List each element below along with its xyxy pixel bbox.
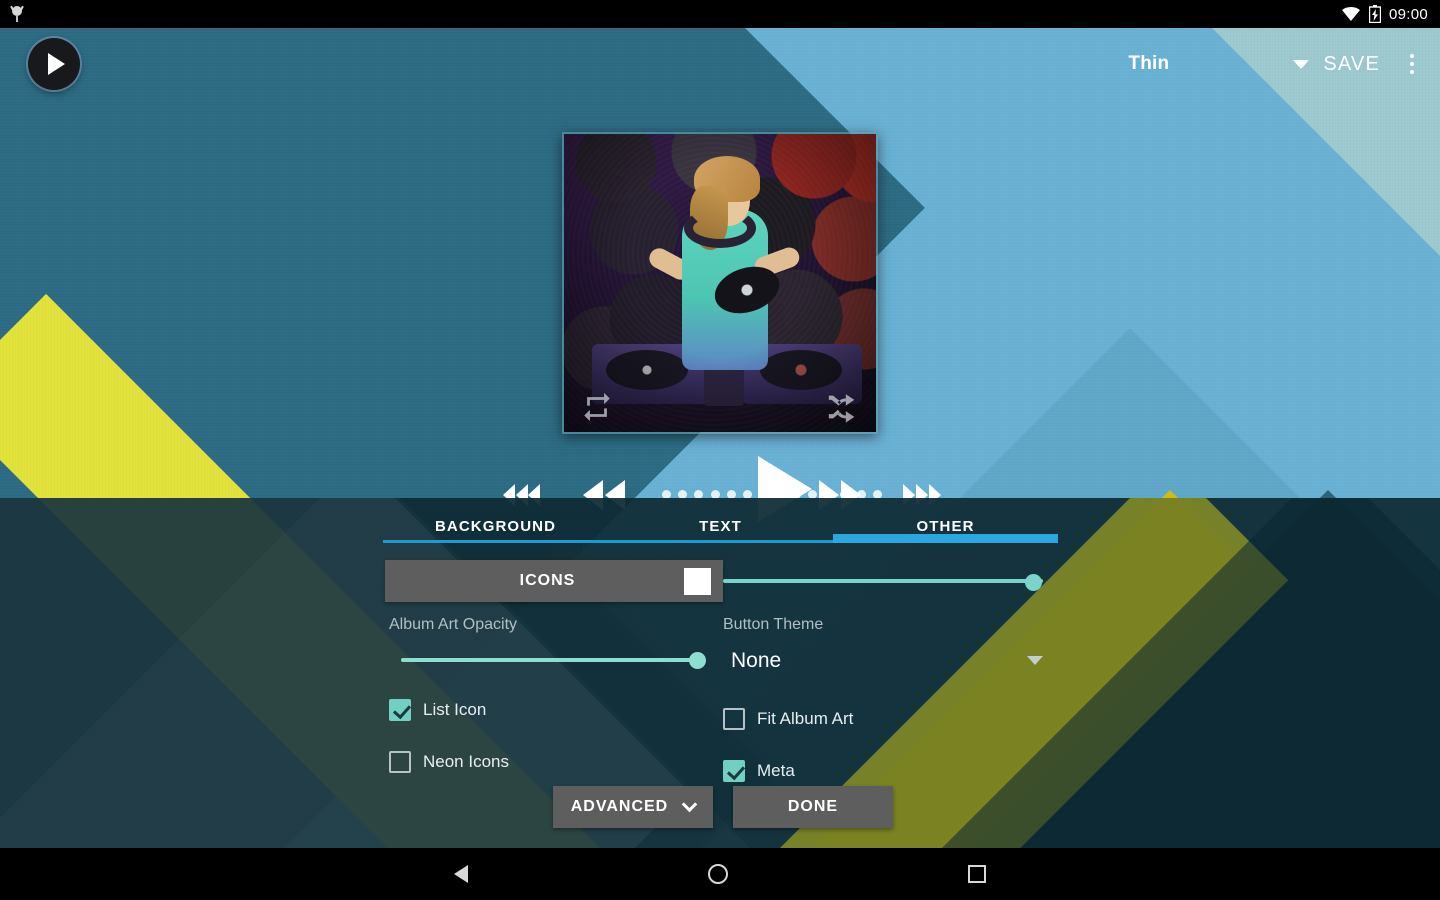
album-art-image <box>564 134 876 432</box>
status-bar: 09:00 <box>0 0 1440 28</box>
button-theme-label: Button Theme <box>723 616 824 633</box>
album-art-opacity-label: Album Art Opacity <box>389 616 518 633</box>
play-icon <box>48 53 65 75</box>
play-fab-button[interactable] <box>28 38 80 90</box>
save-button[interactable]: SAVE <box>1323 53 1380 76</box>
button-theme-value: None <box>731 649 782 672</box>
icons-opacity-slider[interactable] <box>723 574 1043 591</box>
icons-color-swatch[interactable] <box>684 567 711 595</box>
checkbox-label: Neon Icons <box>423 752 509 771</box>
wifi-icon <box>1341 7 1360 21</box>
tab-background[interactable]: BACKGROUND <box>383 508 608 550</box>
checkbox-label: Meta <box>757 761 795 780</box>
slider-track <box>723 579 1043 583</box>
android-nav-bar <box>0 848 1440 900</box>
checkbox-icon[interactable] <box>723 708 745 730</box>
slider-knob[interactable] <box>689 652 706 669</box>
done-button[interactable]: DONE <box>733 786 893 828</box>
theme-name-label: Thin <box>1128 53 1170 74</box>
back-triangle-icon[interactable] <box>454 865 468 883</box>
checkbox-icon[interactable] <box>389 699 411 721</box>
android-notification-icon <box>10 5 24 22</box>
repeat-icon[interactable] <box>578 390 616 424</box>
slider-track <box>401 658 697 662</box>
advanced-button-label: ADVANCED <box>570 798 669 815</box>
editor-column-right: Button Theme None Fit Album Art Meta <box>723 616 1053 782</box>
editor-column-left: Album Art Opacity List Icon Neon Icons <box>389 616 709 773</box>
checkbox-neon-icons[interactable]: Neon Icons <box>389 751 709 773</box>
checkbox-label: List Icon <box>423 700 487 719</box>
checkbox-fit-album-art[interactable]: Fit Album Art <box>723 708 1053 730</box>
battery-charging-icon <box>1368 5 1381 23</box>
done-button-label: DONE <box>787 798 839 815</box>
tab-bar: BACKGROUND TEXT OTHER <box>383 508 1058 550</box>
caret-down-icon[interactable] <box>1293 59 1310 69</box>
tab-other[interactable]: OTHER <box>833 508 1058 550</box>
panel-buttons: ADVANCED DONE <box>553 786 893 828</box>
checkbox-list-icon[interactable]: List Icon <box>389 699 709 721</box>
tab-selected-indicator <box>833 534 1058 543</box>
album-art-vignette <box>564 134 876 432</box>
status-bar-clock: 09:00 <box>1388 5 1428 23</box>
slider-knob[interactable] <box>1025 574 1042 591</box>
home-circle-icon[interactable] <box>708 864 728 884</box>
button-theme-dropdown[interactable]: None <box>723 644 1053 678</box>
checkbox-icon[interactable] <box>389 751 411 773</box>
screen: This Is What It Feels L.. Buuren - Armin… <box>0 0 1440 900</box>
shuffle-icon[interactable] <box>824 390 862 424</box>
caret-down-icon[interactable] <box>1027 656 1043 665</box>
album-art-opacity-slider[interactable] <box>389 652 709 669</box>
more-vertical-icon[interactable] <box>1398 54 1426 74</box>
recents-square-icon[interactable] <box>968 865 986 883</box>
top-action-bar: Thin SAVE <box>1128 28 1440 100</box>
album-art[interactable] <box>562 132 878 434</box>
checkbox-icon[interactable] <box>723 760 745 782</box>
theme-editor-panel: BACKGROUND TEXT OTHER ICONS Album Art Op… <box>383 498 1058 848</box>
checkbox-label: Fit Album Art <box>757 709 854 728</box>
theme-editor-overlay: BACKGROUND TEXT OTHER ICONS Album Art Op… <box>0 498 1440 848</box>
tab-text[interactable]: TEXT <box>608 508 833 550</box>
icons-label: ICONS <box>519 572 576 589</box>
chevron-down-icon <box>681 796 698 813</box>
icons-color-row[interactable]: ICONS <box>385 560 723 602</box>
checkbox-meta[interactable]: Meta <box>723 760 1053 782</box>
advanced-button[interactable]: ADVANCED <box>553 786 713 828</box>
